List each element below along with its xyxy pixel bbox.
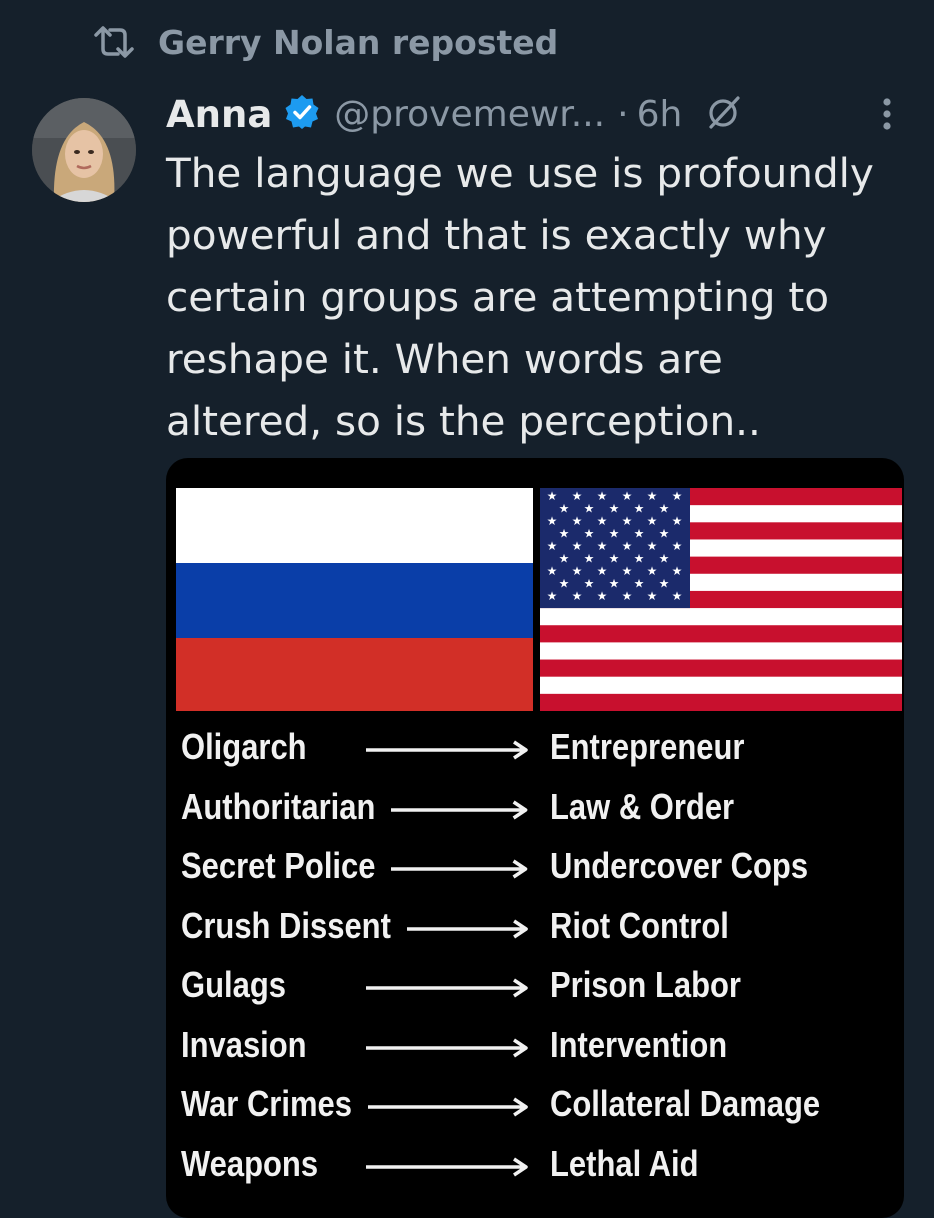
svg-text:★: ★ xyxy=(609,552,620,566)
arrow-right-icon xyxy=(391,859,528,879)
svg-text:★: ★ xyxy=(647,489,658,503)
tweet-text-line: reshape it. When words are xyxy=(166,335,723,383)
svg-text:★: ★ xyxy=(559,552,570,566)
repost-header[interactable]: Gerry Nolan reposted xyxy=(92,18,558,66)
svg-text:★: ★ xyxy=(672,539,683,553)
svg-text:★: ★ xyxy=(559,577,570,591)
svg-text:★: ★ xyxy=(672,514,683,528)
svg-text:★: ★ xyxy=(572,514,583,528)
svg-text:★: ★ xyxy=(647,589,658,603)
term-replacement: Intervention xyxy=(550,1023,728,1065)
separator-dot: · xyxy=(617,93,629,135)
svg-text:★: ★ xyxy=(597,514,608,528)
svg-text:★: ★ xyxy=(547,564,558,578)
svg-text:★: ★ xyxy=(547,514,558,528)
handle[interactable]: @provemewr... xyxy=(334,94,605,135)
timestamp[interactable]: 6h xyxy=(637,94,683,135)
term-original: Authoritarian xyxy=(181,785,376,827)
svg-text:★: ★ xyxy=(597,489,608,503)
arrow-right-icon xyxy=(366,1157,528,1176)
term-original: Invasion xyxy=(181,1023,307,1065)
arrow-right-icon xyxy=(367,1097,528,1117)
arrow-right-icon xyxy=(366,740,528,760)
svg-text:★: ★ xyxy=(547,489,558,503)
svg-text:★: ★ xyxy=(572,489,583,503)
svg-text:★: ★ xyxy=(672,589,683,603)
term-replacement: Lethal Aid xyxy=(550,1142,699,1184)
repost-label: Gerry Nolan reposted xyxy=(158,22,559,62)
svg-text:★: ★ xyxy=(659,527,670,541)
svg-text:★: ★ xyxy=(559,502,570,516)
svg-text:★: ★ xyxy=(597,539,608,553)
svg-text:★: ★ xyxy=(672,564,683,578)
svg-text:★: ★ xyxy=(584,502,595,516)
term-original: Weapons xyxy=(181,1142,319,1184)
term-original: Oligarch xyxy=(181,726,307,767)
svg-text:★: ★ xyxy=(609,527,620,541)
arrow-right-icon xyxy=(391,800,528,819)
display-name[interactable]: Anna xyxy=(166,93,272,136)
term-replacement: Undercover Cops xyxy=(550,845,809,886)
term-original: Crush Dissent xyxy=(181,904,391,946)
arrow-right-icon xyxy=(366,1038,528,1057)
term-replacement: Prison Labor xyxy=(550,964,741,1005)
svg-text:★: ★ xyxy=(597,564,608,578)
term-original: Secret Police xyxy=(181,845,376,886)
term-replacement: Entrepreneur xyxy=(550,726,745,767)
term-original: Gulags xyxy=(181,964,286,1005)
svg-text:★: ★ xyxy=(659,577,670,591)
svg-text:★: ★ xyxy=(647,564,658,578)
russia-flag xyxy=(176,488,533,711)
tweet-text-line: certain groups are attempting to xyxy=(166,273,829,321)
svg-text:★: ★ xyxy=(622,539,633,553)
svg-text:★: ★ xyxy=(634,502,645,516)
svg-text:★: ★ xyxy=(622,489,633,503)
svg-text:★: ★ xyxy=(647,539,658,553)
svg-text:★: ★ xyxy=(572,564,583,578)
svg-text:★: ★ xyxy=(672,489,683,503)
svg-text:★: ★ xyxy=(547,539,558,553)
term-replacement: Riot Control xyxy=(550,904,729,946)
svg-text:★: ★ xyxy=(559,527,570,541)
svg-text:★: ★ xyxy=(622,589,633,603)
svg-text:★: ★ xyxy=(597,589,608,603)
arrow-right-icon xyxy=(366,978,528,998)
svg-text:★: ★ xyxy=(609,577,620,591)
svg-text:★: ★ xyxy=(572,589,583,603)
tweet-text-line: The language we use is profoundly xyxy=(166,149,874,197)
tweet-text: The language we use is profoundly powerf… xyxy=(166,142,906,452)
svg-text:★: ★ xyxy=(647,514,658,528)
avatar[interactable] xyxy=(32,98,136,202)
arrow-right-icon xyxy=(406,919,528,938)
svg-text:★: ★ xyxy=(634,552,645,566)
svg-text:★: ★ xyxy=(584,552,595,566)
svg-text:★: ★ xyxy=(609,502,620,516)
svg-text:★: ★ xyxy=(634,577,645,591)
svg-text:★: ★ xyxy=(659,552,670,566)
term-replacement: Collateral Damage xyxy=(550,1083,821,1124)
svg-text:★: ★ xyxy=(622,564,633,578)
svg-text:★: ★ xyxy=(634,527,645,541)
term-replacement: Law & Order xyxy=(550,785,735,827)
term-original: War Crimes xyxy=(181,1083,352,1124)
svg-text:★: ★ xyxy=(584,527,595,541)
verified-badge-icon xyxy=(284,94,320,134)
svg-text:★: ★ xyxy=(659,502,670,516)
usa-flag: ★ ★ ★ ★ ★ ★★ ★ ★ ★ ★★ ★ ★ ★ ★ ★★ ★ ★ ★ ★★ ★ ★ ★ ★ ★★ ★ ★ ★ ★★ ★ ★ ★ ★ ★★… xyxy=(540,488,902,711)
tweet-text-line: altered, so is the perception.. xyxy=(166,397,761,445)
tweet-media-image[interactable]: ★ ★ ★ ★ ★ ★ ★ ★ ★ ★ ★ ★ ★ ★ ★ ★ ★ ★ ★ ★ ★ ★ ★ ★ ★ ★ ★ ★ ★ ★ ★ ★ ★ ★ ★ ★ ★ ★ ★ ★… xyxy=(166,458,904,1218)
tweet-text-line: powerful and that is exactly why xyxy=(166,211,827,259)
svg-text:★: ★ xyxy=(584,577,595,591)
svg-text:★: ★ xyxy=(572,539,583,553)
tweet-header: Anna @provemewr... · 6h xyxy=(166,86,894,142)
svg-text:★: ★ xyxy=(547,589,558,603)
more-options-icon[interactable] xyxy=(880,96,894,136)
svg-text:★: ★ xyxy=(622,514,633,528)
repost-icon xyxy=(92,25,136,59)
grok-icon[interactable] xyxy=(704,92,744,136)
